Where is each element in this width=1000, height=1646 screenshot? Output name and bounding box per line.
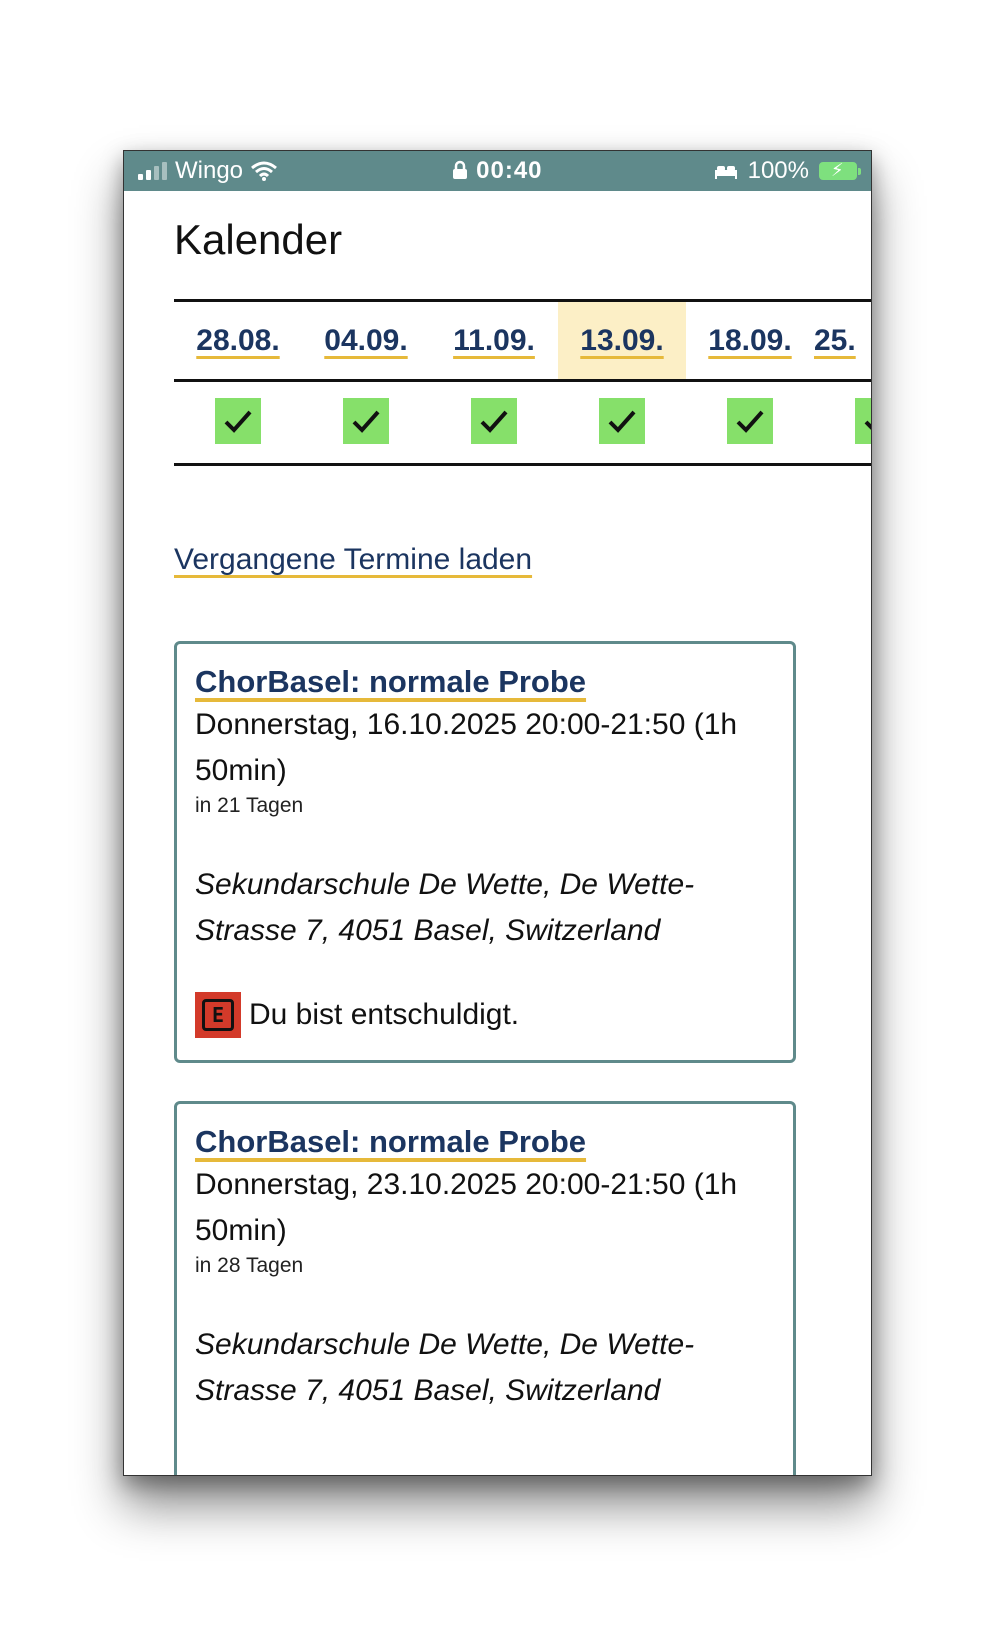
status-bar: Wingo 00:40 100% ⚡ [124, 151, 871, 191]
date-link[interactable]: 04.09. [324, 324, 407, 358]
battery-percent: 100% [747, 157, 809, 184]
date-link[interactable]: 13.09. [580, 324, 663, 358]
attendance-status: E Du bist entschuldigt. [195, 992, 775, 1038]
date-link[interactable]: 25. [814, 324, 856, 358]
date-column: 28.08. [174, 302, 302, 379]
date-column-current: 13.09. [558, 302, 686, 379]
divider [174, 379, 871, 382]
checkmark-icon [864, 420, 871, 430]
checkmark-icon [480, 410, 508, 433]
excused-icon: E [202, 999, 234, 1031]
attendance-check[interactable] [343, 398, 389, 444]
event-datetime: Donnerstag, 16.10.2025 20:00-21:50 (1h 5… [195, 708, 738, 787]
page-title: Kalender [174, 216, 343, 263]
event-datetime: Donnerstag, 23.10.2025 20:00-21:50 (1h 5… [195, 1168, 738, 1247]
date-link[interactable]: 11.09. [453, 324, 535, 358]
date-column: 25. [814, 302, 871, 379]
clock: 00:40 [476, 157, 543, 184]
event-title-link[interactable]: ChorBasel: normale Probe [195, 1124, 775, 1160]
checkmark-icon [736, 410, 764, 433]
event-card: ChorBasel: normale Probe Donnerstag, 23.… [174, 1101, 796, 1475]
date-strip[interactable]: 28.08. 04.09. 11.09. 13.09. 18.09. 25. [174, 299, 871, 469]
checkmark-icon [352, 410, 380, 433]
attendance-check[interactable] [215, 398, 261, 444]
attendance-check[interactable] [471, 398, 517, 444]
status-right: 100% ⚡ [714, 157, 861, 185]
date-link[interactable]: 18.09. [708, 324, 791, 358]
event-location: Sekundarschule De Wette, De Wette-Strass… [195, 1328, 695, 1407]
date-column: 18.09. [686, 302, 814, 379]
date-column: 11.09. [430, 302, 558, 379]
checkmark-icon [224, 410, 252, 433]
attendance-check[interactable] [855, 398, 871, 444]
event-title-link[interactable]: ChorBasel: normale Probe [195, 664, 775, 700]
attendance-check[interactable] [599, 398, 645, 444]
date-column: 04.09. [302, 302, 430, 379]
lock-icon [453, 160, 468, 179]
attendance-check[interactable] [727, 398, 773, 444]
event-relative-time: in 28 Tagen [195, 1254, 304, 1277]
event-card: ChorBasel: normale Probe Donnerstag, 16.… [174, 641, 796, 1063]
phone-screen: Wingo 00:40 100% ⚡ Kalender 28.08. 04.09… [123, 150, 872, 1476]
checkmark-icon [608, 410, 636, 433]
event-location: Sekundarschule De Wette, De Wette-Strass… [195, 868, 695, 947]
attendance-status-text: Du bist entschuldigt. [249, 998, 520, 1031]
divider [174, 463, 871, 466]
event-relative-time: in 21 Tagen [195, 794, 304, 817]
load-past-events-link[interactable]: Vergangene Termine laden [174, 543, 532, 577]
excused-badge[interactable]: E [195, 992, 241, 1038]
battery-icon: ⚡ [819, 160, 861, 180]
bed-icon [714, 166, 737, 179]
date-link[interactable]: 28.08. [196, 324, 279, 358]
